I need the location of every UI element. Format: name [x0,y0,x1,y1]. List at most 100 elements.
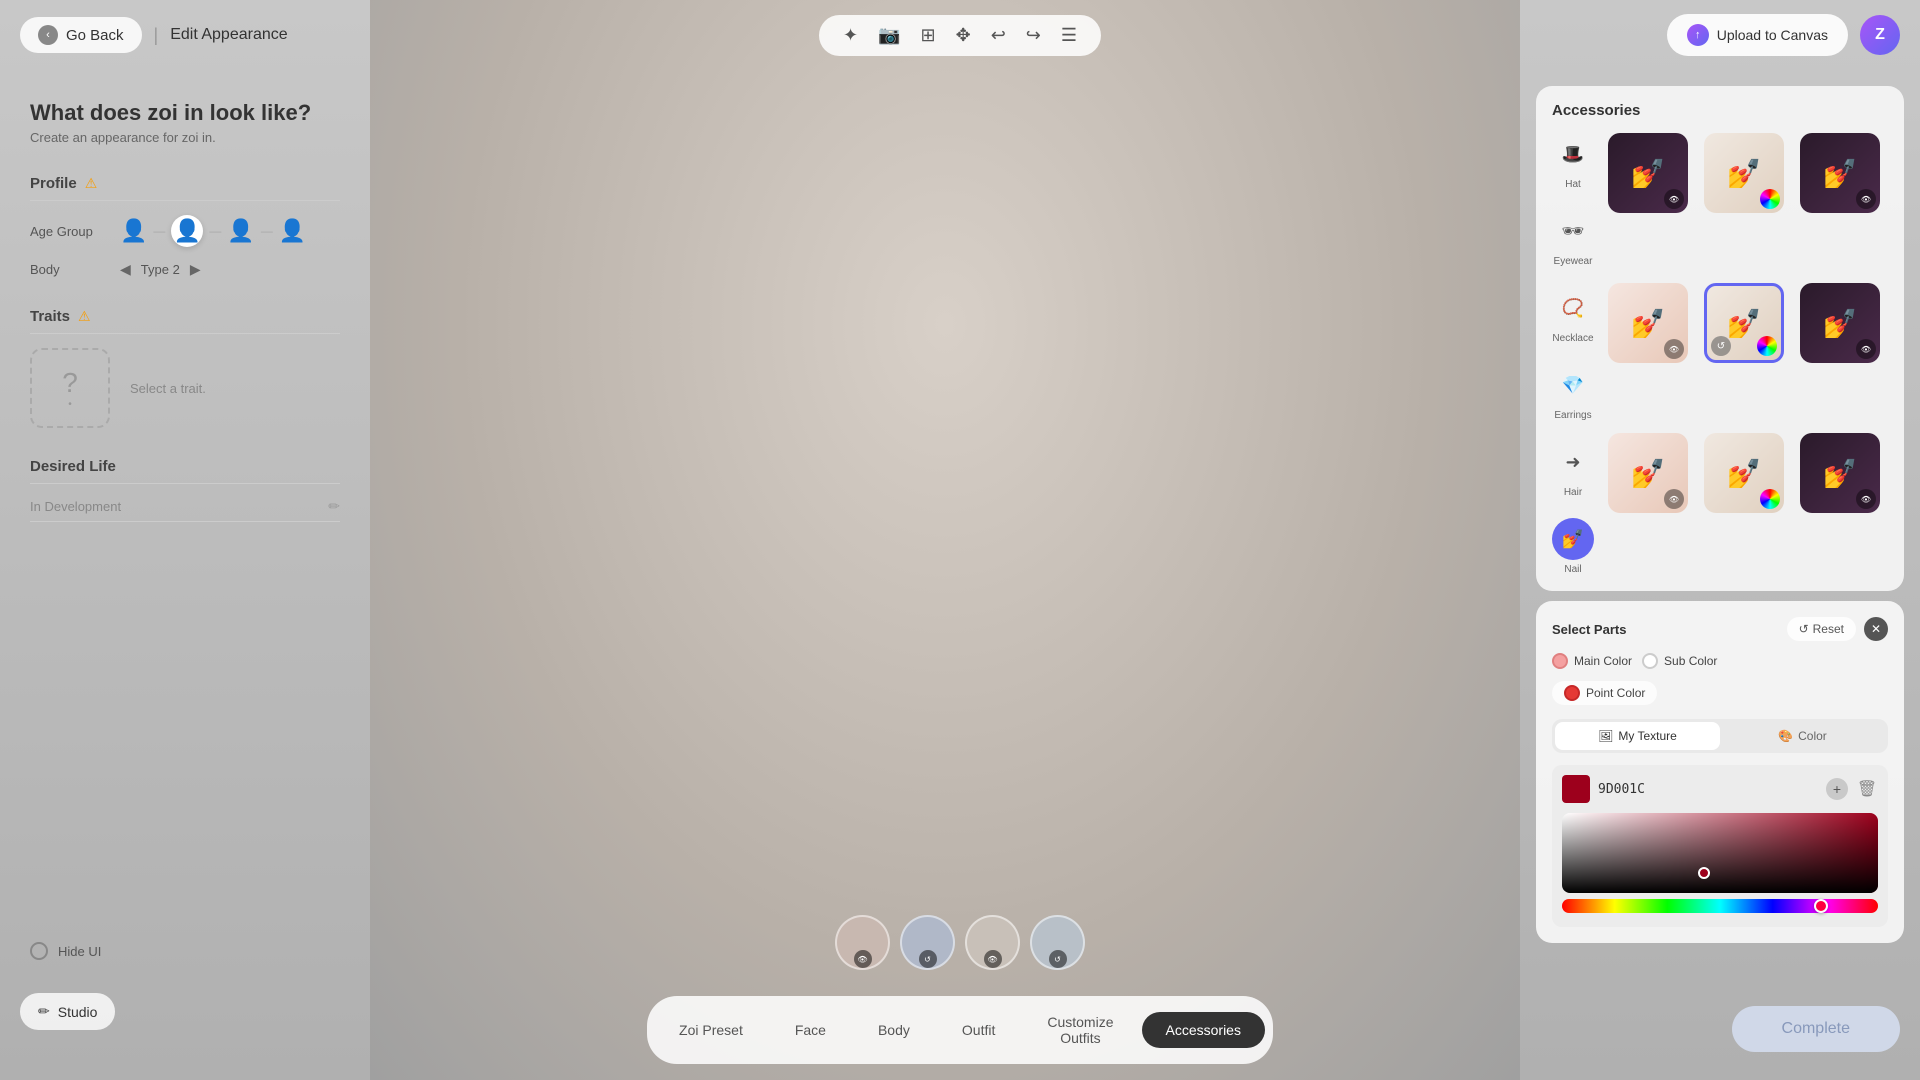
reset-button[interactable]: ↺ Reset [1787,617,1856,641]
top-right-actions: ↑ Upload to Canvas Z [1667,14,1900,56]
item-5-color-indicator [1757,336,1777,356]
upload-icon: ↑ [1687,24,1709,46]
age-child-icon[interactable]: 👤 [120,218,147,244]
item-3-indicator: 👁 [1856,189,1876,209]
acc-item-9[interactable]: 💅 👁 [1800,433,1880,513]
age-group-row: Age Group 👤 — 👤 — 👤 — 👤 [30,215,340,247]
hex-swatch [1562,775,1590,803]
sub-color-option[interactable]: Sub Color [1642,653,1717,669]
hex-row: + 🗑 [1562,775,1878,803]
upload-label: Upload to Canvas [1717,27,1828,43]
main-color-option[interactable]: Main Color [1552,653,1632,669]
age-teen-icon[interactable]: 👤 [171,215,203,247]
user-avatar[interactable]: Z [1860,15,1900,55]
acc-item-8[interactable]: 💅 [1704,433,1784,513]
tool-grid[interactable]: ⊞ [917,23,940,48]
desired-life-header: Desired Life [30,458,340,484]
tool-camera[interactable]: 📷 [874,23,904,48]
char-thumb-3[interactable]: 👁 [965,915,1020,970]
bottom-tabs: Zoi Preset Face Body Outfit CustomizeOut… [647,996,1273,1064]
tool-transform[interactable]: ✦ [839,23,862,48]
trait-row: ? • Select a trait. [30,348,340,428]
my-texture-tab[interactable]: 🖼 My Texture [1555,722,1720,750]
acc-item-6[interactable]: 💅 👁 [1800,283,1880,363]
point-color-label: Point Color [1586,686,1645,700]
hex-input[interactable] [1598,782,1818,797]
eyewear-icon: 🕶 [1552,210,1594,252]
acc-item-3[interactable]: 💅 👁 [1800,133,1880,213]
tab-zoi-preset[interactable]: Zoi Preset [655,1012,767,1048]
nail-thumb-8: 💅 [1727,457,1762,490]
color-tab-label: Color [1798,729,1827,743]
age-group-label: Age Group [30,224,120,239]
acc-cat-earrings[interactable]: 💎 Earrings [1552,364,1594,421]
point-color-option[interactable]: Point Color [1552,681,1657,705]
necklace-icon: 📿 [1552,287,1594,329]
acc-item-4[interactable]: 💅 👁 [1608,283,1688,363]
acc-item-7[interactable]: 💅 👁 [1608,433,1688,513]
char-thumb-4[interactable]: ↺ [1030,915,1085,970]
hide-ui-radio[interactable] [30,942,48,960]
back-chevron-icon: ‹ [38,25,58,45]
back-button[interactable]: ‹ Go Back [20,17,142,53]
trait-selector[interactable]: ? • [30,348,110,428]
trait-question-icon: ? [62,367,78,399]
tool-redo[interactable]: ↪ [1022,23,1045,48]
trait-dot: • [68,399,72,410]
color-gradient-picker[interactable] [1562,813,1878,893]
traits-warning-icon: ⚠ [78,308,91,325]
sub-heading: Create an appearance for zoi in. [30,130,340,145]
acc-cat-hat[interactable]: 🎩 Hat [1552,133,1594,190]
acc-cat-eyewear[interactable]: 🕶 Eyewear [1552,210,1594,267]
hue-cursor [1814,899,1828,913]
tab-outfit[interactable]: Outfit [938,1012,1019,1048]
acc-item-1[interactable]: 💅 👁 [1608,133,1688,213]
character-thumbnails: 👁 ↺ 👁 ↺ [835,915,1085,970]
body-next-button[interactable]: ▶ [190,261,201,278]
tab-customize-outfits[interactable]: CustomizeOutfits [1023,1004,1137,1056]
tool-menu[interactable]: ☰ [1057,23,1081,48]
acc-cat-nail[interactable]: 💅 Nail [1552,518,1594,575]
tab-face[interactable]: Face [771,1012,850,1048]
item-5-indicator: ↺ [1711,336,1731,356]
select-parts-panel: Select Parts ↺ Reset ✕ Main Color Sub Co… [1536,601,1904,943]
nail-thumb-7: 💅 [1631,457,1666,490]
color-tab[interactable]: 🎨 Color [1720,722,1885,750]
nail-thumb-4: 💅 [1631,307,1666,340]
hair-label: Hair [1564,487,1582,498]
char-thumb-2[interactable]: ↺ [900,915,955,970]
tool-move[interactable]: ✥ [952,23,975,48]
traits-title: Traits [30,308,70,325]
thumb-2-refresh-icon: ↺ [919,950,937,968]
tab-accessories[interactable]: Accessories [1142,1012,1265,1048]
age-group-selector[interactable]: 👤 — 👤 — 👤 — 👤 [120,215,306,247]
hide-ui-label: Hide UI [58,944,101,959]
add-color-button[interactable]: + [1826,778,1848,800]
hue-slider[interactable] [1562,899,1878,913]
delete-color-button[interactable]: 🗑 [1856,778,1878,800]
acc-cat-necklace[interactable]: 📿 Necklace [1552,287,1594,344]
age-adult-icon[interactable]: 👤 [227,218,254,244]
tool-undo[interactable]: ↩ [987,23,1010,48]
tab-body[interactable]: Body [854,1012,934,1048]
color-picker-area: + 🗑 [1552,765,1888,927]
upload-to-canvas-button[interactable]: ↑ Upload to Canvas [1667,14,1848,56]
profile-header: Profile ⚠ [30,175,340,201]
profile-title: Profile [30,175,77,192]
close-button[interactable]: ✕ [1864,617,1888,641]
main-heading: What does zoi in look like? [30,100,340,126]
color-picker-cursor [1698,867,1710,879]
body-prev-button[interactable]: ◀ [120,261,131,278]
sub-color-label: Sub Color [1664,654,1717,668]
item-9-indicator: 👁 [1856,489,1876,509]
item-7-indicator: 👁 [1664,489,1684,509]
char-thumb-1[interactable]: 👁 [835,915,890,970]
acc-cat-hair[interactable]: ➜ Hair [1552,441,1594,498]
edit-pencil-icon[interactable]: ✏ [328,498,340,515]
hide-ui-row[interactable]: Hide UI [30,942,101,960]
acc-item-2[interactable]: 💅 [1704,133,1784,213]
body-label: Body [30,262,120,277]
acc-item-5[interactable]: 💅 ↺ [1704,283,1784,363]
hat-icon: 🎩 [1552,133,1594,175]
age-senior-icon[interactable]: 👤 [279,218,306,244]
